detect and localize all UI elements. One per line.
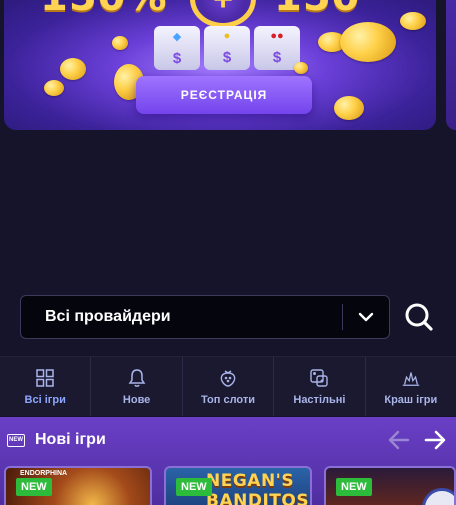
bonus-spins-text: 150 [274, 0, 361, 20]
dice-icon [309, 368, 329, 388]
new-badge: NEW [176, 478, 212, 496]
game-card[interactable]: NEGAN'S BANDITOS NEW [164, 466, 312, 505]
coin-icon [340, 22, 396, 62]
coin-icon [334, 96, 364, 120]
support-chat-button[interactable] [422, 488, 454, 505]
new-badge: NEW [16, 478, 52, 496]
tab-label: Краш ігри [384, 393, 438, 406]
slot-reel: ●● $ [254, 26, 300, 70]
new-icon: NEW [7, 433, 25, 447]
bell-icon [127, 368, 147, 388]
explosion-icon [401, 368, 421, 388]
tab-all-games[interactable]: Всі ігри [0, 357, 92, 416]
grid-icon [35, 368, 55, 388]
slot-reel: ● $ [204, 26, 250, 70]
new-games-section: NEW Нові ігри ENDORPHINA NEW NEGAN'S BAN… [0, 417, 456, 505]
provider-select[interactable]: Всі провайдери [20, 295, 390, 339]
provider-selected-value: Всі провайдери [45, 308, 171, 325]
arrow-right-icon[interactable] [424, 429, 446, 451]
game-card[interactable]: NEW [324, 466, 456, 505]
game-title: NEGAN'S BANDITOS [206, 471, 310, 505]
coin-icon [400, 12, 426, 30]
promo-banner[interactable]: 150% + 150 ◆$ ●$ ●●$ РЕЄСТРАЦІЯ [4, 0, 436, 130]
game-card[interactable]: ENDORPHINA NEW [4, 466, 152, 505]
new-badge: NEW [336, 478, 372, 496]
tab-label: Нове [122, 393, 151, 406]
plus-badge: + [190, 0, 256, 28]
provider-logo: ENDORPHINA [20, 470, 68, 477]
tab-label: Топ слоти [201, 393, 256, 406]
tab-top-slots[interactable]: Топ слоти [183, 357, 275, 416]
coin-icon [294, 62, 308, 74]
coin-icon [44, 80, 64, 96]
chevron-down-icon[interactable] [343, 295, 389, 339]
arrow-left-icon[interactable] [388, 429, 410, 451]
strawberry-icon [218, 368, 238, 388]
slot-reel: ◆ $ [154, 26, 200, 70]
coin-icon [60, 58, 86, 80]
tab-label: Настільні [293, 393, 346, 406]
bonus-percent-text: 150% [40, 0, 168, 20]
tab-table-games[interactable]: Настільні [274, 357, 366, 416]
next-banner-peek[interactable] [446, 0, 456, 130]
tab-new[interactable]: Нове [91, 357, 183, 416]
search-icon[interactable] [402, 300, 436, 334]
coin-icon [112, 36, 128, 50]
slot-machine-illustration: ◆ $ ● $ ●● $ [154, 26, 300, 70]
category-nav: Всі ігри Нове Топ слоти Настільні Краш і… [0, 356, 456, 416]
tab-label: Всі ігри [24, 393, 66, 406]
register-button[interactable]: РЕЄСТРАЦІЯ [136, 76, 312, 114]
tab-crash-games[interactable]: Краш ігри [366, 357, 456, 416]
section-title: Нові ігри [35, 431, 106, 448]
